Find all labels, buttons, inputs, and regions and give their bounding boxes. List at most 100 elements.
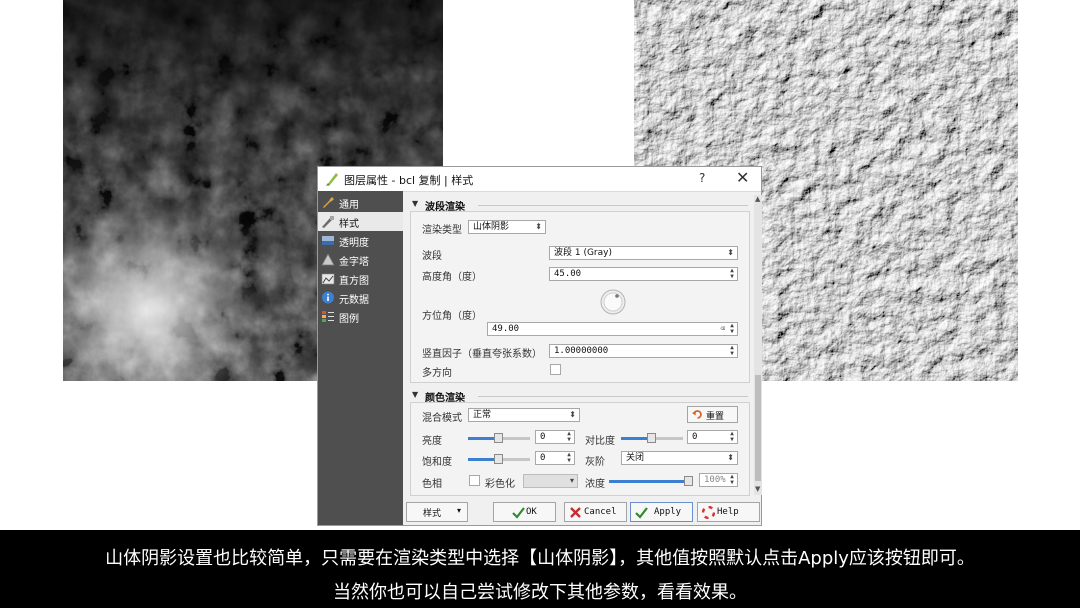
brightness-input[interactable]: 0 ▲ ▼: [535, 430, 575, 444]
cancel-label: Cancel: [584, 507, 617, 517]
multidirectional-label: 多方向: [422, 368, 452, 379]
sidebar-item-label: 通用: [339, 200, 359, 211]
multidirectional-checkbox[interactable]: [550, 364, 561, 375]
spinbox-arrows-icon[interactable]: ▲ ▼: [728, 474, 736, 486]
sidebar-item-label: 样式: [339, 219, 359, 230]
layer-properties-dialog: 图层属性 - bcl 复制 | 样式 ? ✕ 通用 样式 透明度 金字塔 直方图…: [317, 166, 762, 526]
transparency-icon: [322, 236, 334, 245]
saturation-value: 0: [540, 453, 546, 463]
legend-icon: [322, 311, 334, 322]
histogram-icon: [321, 273, 335, 285]
band-select[interactable]: 波段 1 (Gray) ⬍: [549, 246, 738, 260]
render-type-select[interactable]: 山体阴影 ⬍: [468, 220, 546, 234]
strength-slider[interactable]: [609, 476, 693, 486]
help-question-button[interactable]: ?: [699, 171, 705, 185]
caption-bar: 山体阴影设置也比较简单，只需要在渲染类型中选择【山体阴影】，其他值按照默认点击A…: [0, 530, 1080, 608]
spinbox-arrows-icon[interactable]: ▲ ▼: [728, 345, 736, 357]
brush-icon: [322, 216, 334, 228]
ok-button[interactable]: OK: [493, 502, 556, 522]
colorize-color-button[interactable]: ▾: [523, 474, 578, 488]
collapse-arrow-icon[interactable]: ▼: [412, 199, 418, 208]
style-panel: ▼ 波段渲染 渲染类型 山体阴影 ⬍ 波段 波段 1 (Gray) ⬍ 高度角（…: [406, 195, 754, 496]
scroll-up-icon[interactable]: ▲: [755, 195, 760, 203]
blend-mode-label: 混合模式: [422, 413, 462, 424]
brightness-label: 亮度: [422, 436, 442, 447]
apply-label: Apply: [654, 507, 682, 517]
collapse-arrow-icon[interactable]: ▼: [412, 390, 418, 399]
properties-sidebar: 通用 样式 透明度 金字塔 直方图 元数据 图例: [318, 191, 403, 525]
help-lifebuoy-icon: [702, 506, 715, 519]
azimuth-value: 49.00: [492, 324, 520, 334]
chevron-down-icon: ▾: [569, 476, 574, 485]
colorize-checkbox[interactable]: [469, 475, 480, 486]
help-button[interactable]: Help: [697, 502, 760, 522]
brightness-slider[interactable]: [468, 433, 530, 443]
contrast-input[interactable]: 0 ▲ ▼: [687, 430, 738, 444]
sidebar-item-pyramids[interactable]: 金字塔: [318, 250, 403, 269]
altitude-label: 高度角（度）: [422, 272, 482, 283]
cancel-button[interactable]: Cancel: [564, 502, 627, 522]
wrench-icon: [323, 197, 334, 208]
apply-check-icon: [635, 507, 648, 519]
sidebar-item-legend[interactable]: 图例: [318, 307, 403, 326]
altitude-value: 45.00: [554, 269, 582, 279]
caption-line-1: 山体阴影设置也比较简单，只需要在渲染类型中选择【山体阴影】，其他值按照默认点击A…: [105, 548, 975, 569]
contrast-slider[interactable]: [621, 433, 683, 443]
grayscale-select[interactable]: 关闭 ⬍: [621, 451, 738, 465]
azimuth-input[interactable]: 49.00 ⌫ ▲ ▼: [487, 322, 738, 336]
sidebar-item-general[interactable]: 通用: [318, 193, 403, 212]
render-type-value: 山体阴影: [473, 222, 510, 232]
blend-mode-select[interactable]: 正常 ⬍: [468, 408, 580, 422]
azimuth-label: 方位角（度）: [422, 311, 482, 322]
dialog-title: 图层属性 - bcl 复制 | 样式: [344, 174, 474, 187]
close-button[interactable]: ✕: [736, 168, 749, 187]
grayscale-label: 灰阶: [585, 457, 605, 468]
colorize-label: 彩色化: [485, 479, 515, 490]
reset-label: 重置: [706, 412, 725, 422]
z-factor-input[interactable]: 1.00000000 ▲ ▼: [549, 344, 738, 358]
chevron-down-icon: ▾: [457, 506, 462, 515]
saturation-slider[interactable]: [468, 454, 530, 464]
undo-icon: [692, 410, 702, 419]
scrollbar-thumb[interactable]: [755, 375, 761, 481]
sidebar-item-transparency[interactable]: 透明度: [318, 231, 403, 250]
spinbox-arrows-icon[interactable]: ▲ ▼: [728, 268, 736, 280]
clear-field-icon[interactable]: ⌫: [720, 323, 725, 335]
altitude-input[interactable]: 45.00 ▲ ▼: [549, 267, 738, 281]
strength-value: 100%: [704, 475, 726, 485]
spinbox-arrows-icon[interactable]: ▲ ▼: [565, 431, 573, 443]
blend-mode-value: 正常: [473, 410, 492, 420]
spinbox-arrows-icon[interactable]: ▲ ▼: [728, 323, 736, 335]
grayscale-value: 关闭: [626, 453, 645, 463]
style-menu-label: 样式: [423, 509, 442, 519]
sidebar-item-label: 金字塔: [339, 257, 369, 268]
spinbox-arrows-icon[interactable]: ▲ ▼: [728, 431, 736, 443]
style-menu-button[interactable]: 样式 ▾: [406, 502, 468, 522]
strength-input[interactable]: 100% ▲ ▼: [699, 473, 738, 487]
sidebar-item-histogram[interactable]: 直方图: [318, 269, 403, 288]
sidebar-item-label: 直方图: [339, 276, 369, 287]
hue-label: 色相: [422, 479, 442, 490]
updown-chevron-icon: ⬍: [535, 222, 542, 231]
info-icon: [322, 291, 334, 304]
panel-scrollbar[interactable]: ▲ ▼: [754, 195, 762, 495]
saturation-input[interactable]: 0 ▲ ▼: [535, 451, 575, 465]
cancel-x-icon: [570, 507, 581, 518]
sidebar-item-style[interactable]: 样式: [318, 212, 403, 231]
azimuth-dial[interactable]: [599, 288, 627, 316]
dialog-titlebar: 图层属性 - bcl 复制 | 样式 ? ✕: [318, 167, 761, 192]
sidebar-item-label: 元数据: [339, 295, 369, 306]
section-divider: [478, 396, 748, 397]
pyramid-icon: [321, 253, 335, 266]
saturation-label: 饱和度: [422, 457, 452, 468]
apply-button[interactable]: Apply: [630, 502, 693, 522]
updown-chevron-icon: ⬍: [569, 410, 576, 419]
render-type-label: 渲染类型: [422, 225, 462, 236]
sidebar-item-metadata[interactable]: 元数据: [318, 288, 403, 307]
updown-chevron-icon: ⬍: [727, 453, 734, 462]
spinbox-arrows-icon[interactable]: ▲ ▼: [565, 452, 573, 464]
z-factor-label: 竖直因子（垂直夸张系数）: [422, 349, 542, 360]
z-factor-value: 1.00000000: [554, 346, 609, 356]
reset-button[interactable]: 重置: [687, 406, 738, 423]
scroll-down-icon[interactable]: ▼: [755, 485, 760, 493]
